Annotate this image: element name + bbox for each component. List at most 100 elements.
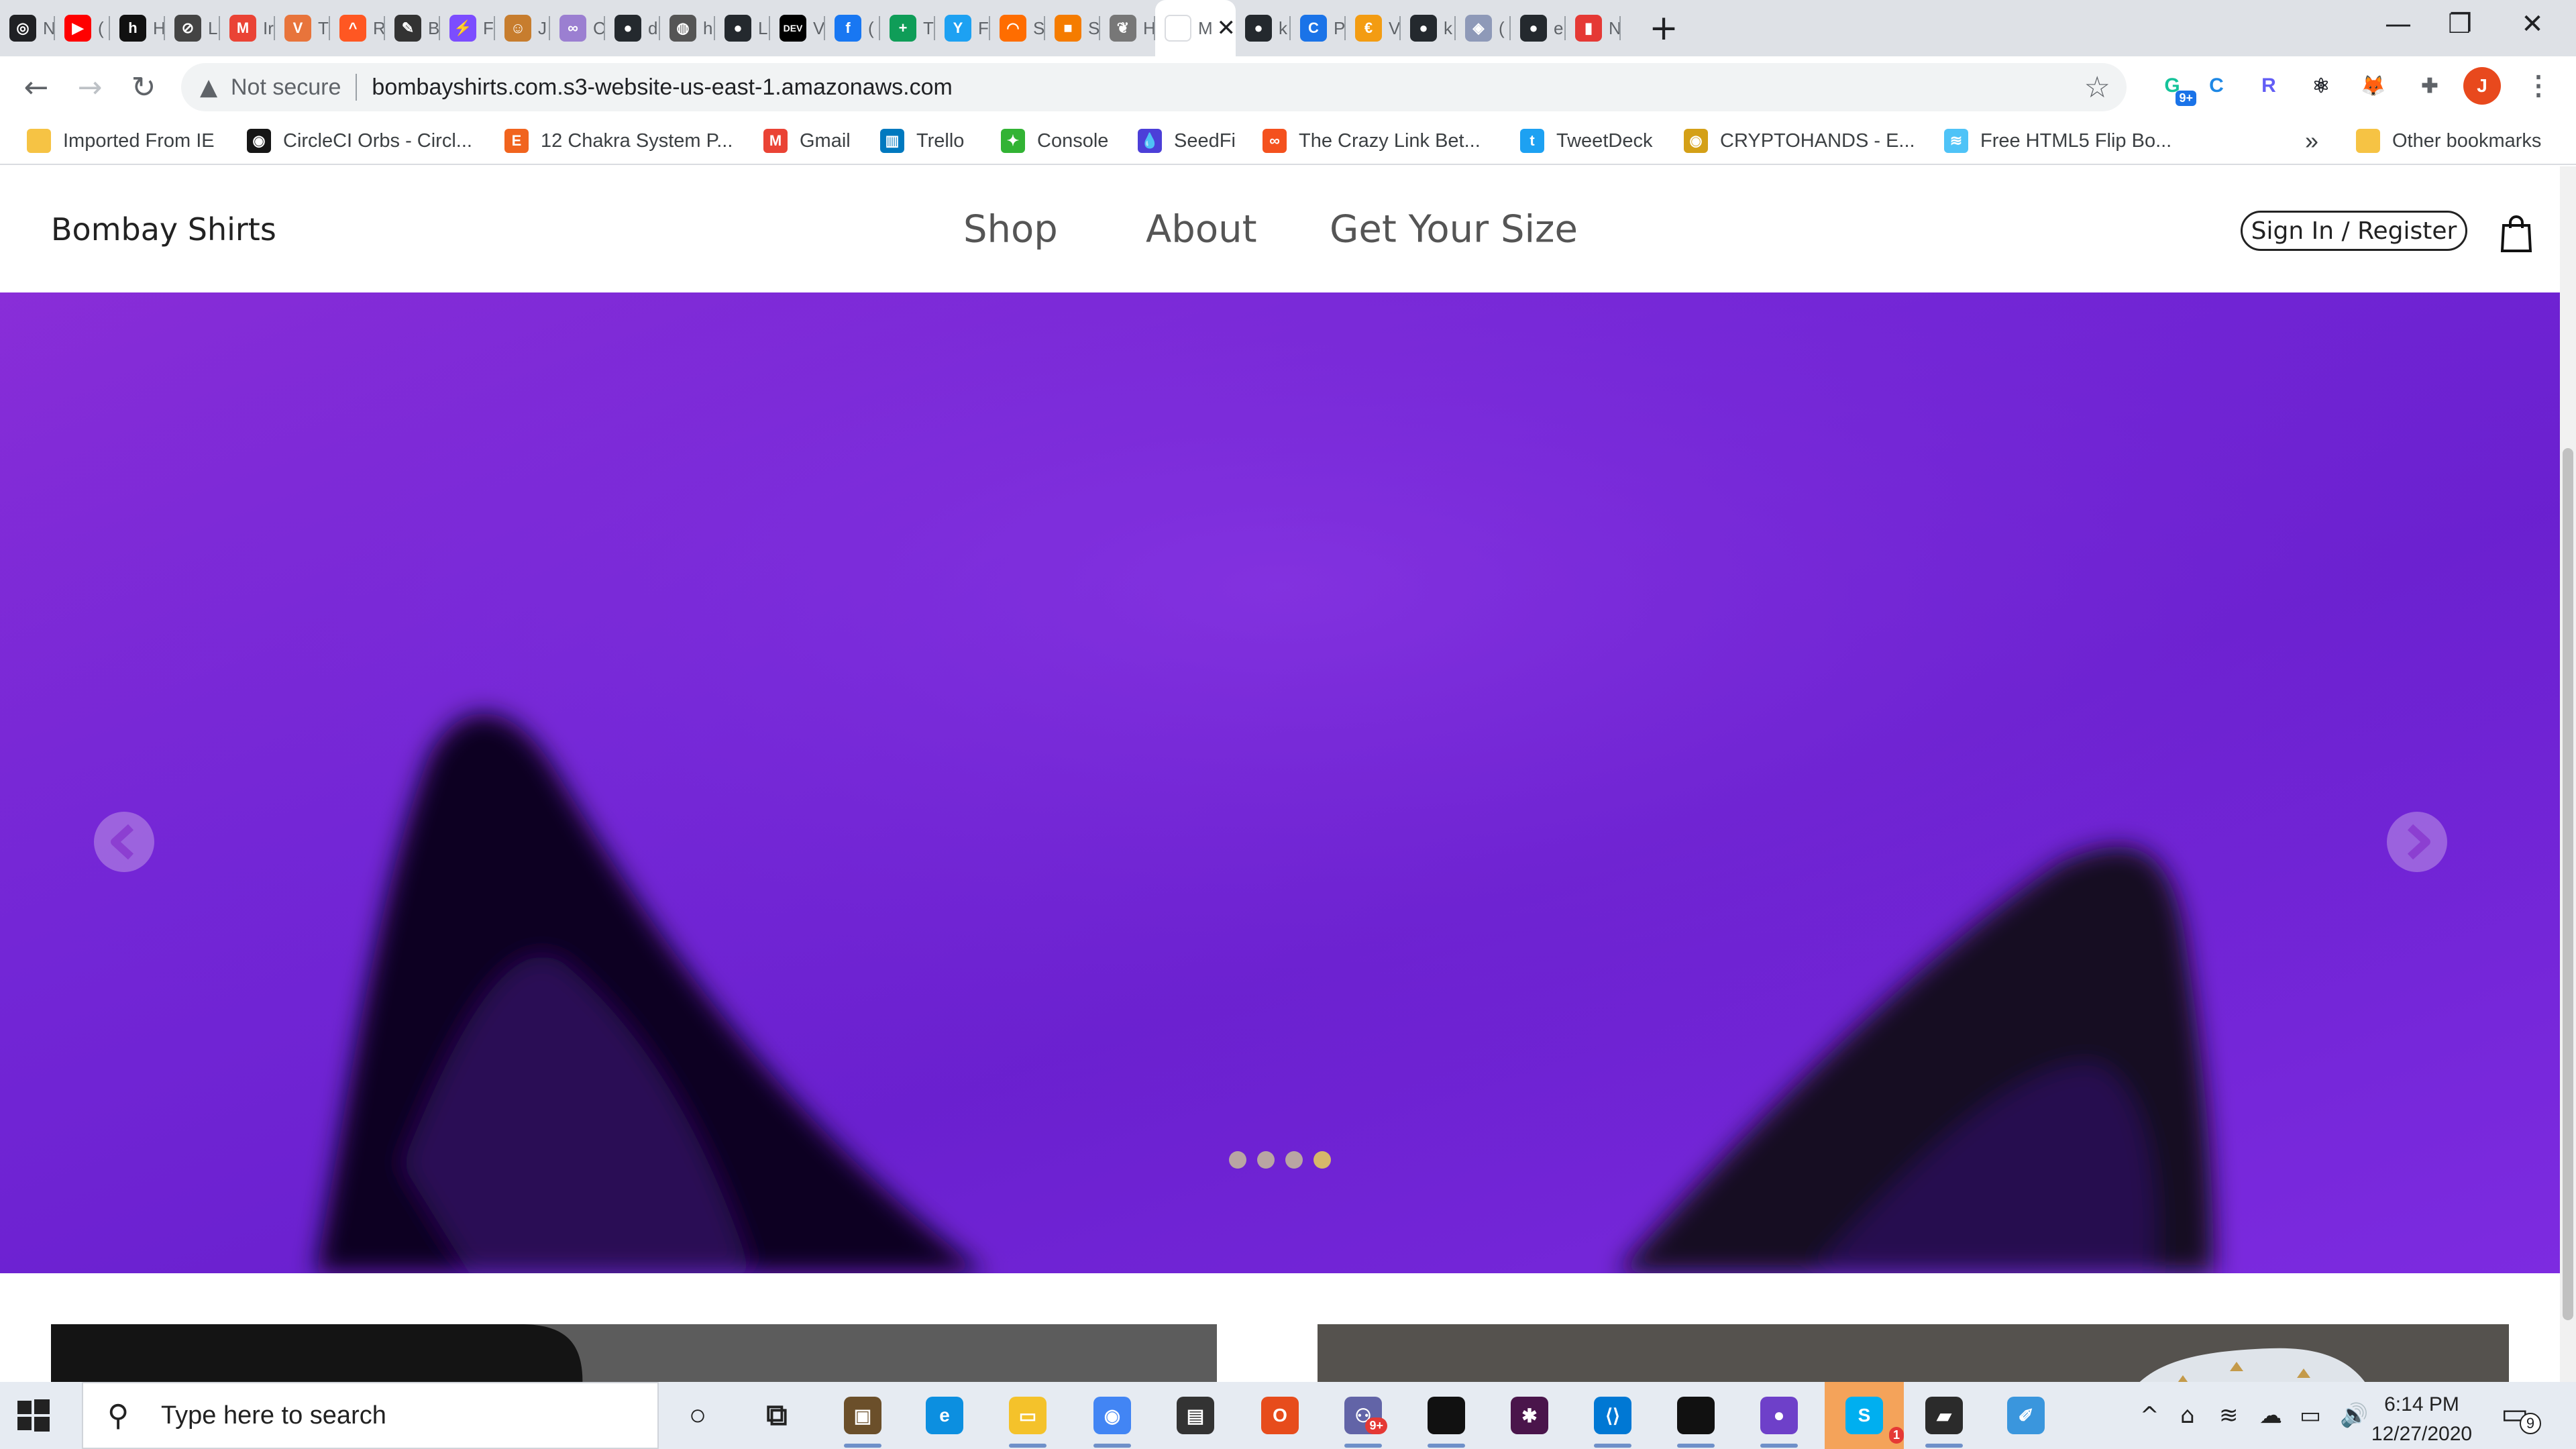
grammarly-icon[interactable]: G 9+ — [2151, 64, 2196, 107]
nav-get-your-size[interactable]: Get Your Size — [1330, 208, 1578, 252]
browser-tab[interactable]: ▶( — [55, 0, 110, 56]
wifi-icon[interactable]: ≋ — [2219, 1382, 2239, 1449]
browser-tab[interactable]: € V — [1346, 0, 1401, 56]
browser-tab[interactable]: ⚡ F — [440, 0, 495, 56]
browser-tab[interactable]: M ✕ — [1155, 0, 1236, 56]
reload-button[interactable]: ↻ — [117, 60, 170, 114]
browser-tab[interactable]: + T — [880, 0, 935, 56]
bookmark-item[interactable]: t TweetDeck — [1520, 118, 1652, 164]
new-tab-button[interactable]: + — [1644, 8, 1684, 48]
scrollbar-thumb[interactable] — [2563, 448, 2573, 1320]
taskbar-search[interactable]: ⚲ Type here to search — [82, 1382, 659, 1449]
skype-taskbar-button[interactable]: S1 — [1825, 1382, 1904, 1449]
browser-tab[interactable]: ● d — [605, 0, 660, 56]
sticky-notes-taskbar-button[interactable]: ▰ — [1920, 1391, 1968, 1448]
bookmark-item[interactable]: Imported From IE — [27, 118, 215, 164]
github-desktop-taskbar-button[interactable]: ● — [1755, 1391, 1803, 1448]
forward-button[interactable]: → — [63, 60, 117, 114]
browser-tab[interactable]: M Ir — [220, 0, 275, 56]
sign-in-register-button[interactable]: Sign In / Register — [2241, 211, 2467, 251]
browser-tab[interactable]: ● L — [715, 0, 770, 56]
browser-tab[interactable]: f( — [825, 0, 880, 56]
security-status[interactable]: Not secure — [231, 74, 341, 101]
c-refresh-icon[interactable]: C — [2195, 64, 2238, 107]
browser-tab[interactable]: ◠ S — [990, 0, 1045, 56]
browser-tab[interactable]: ⊘ L — [165, 0, 220, 56]
cortana-taskbar-button[interactable]: ○ — [674, 1391, 722, 1440]
notification-center[interactable]: ▭ 9 — [2501, 1397, 2541, 1437]
carousel-next-button[interactable] — [2387, 812, 2447, 872]
browser-tab[interactable]: ✎ B — [385, 0, 440, 56]
address-bar[interactable]: ▲ Not secure bombayshirts.com.s3-website… — [181, 63, 2127, 111]
bookmark-item[interactable]: ▥ Trello — [880, 118, 964, 164]
browser-tab[interactable]: ● e — [1511, 0, 1566, 56]
restore-button[interactable]: ❐ — [2423, 0, 2497, 48]
browser-tab[interactable]: ◈( — [1456, 0, 1511, 56]
puzzle-icon[interactable]: ✚ — [2408, 64, 2451, 107]
other-bookmarks[interactable]: Other bookmarks — [2356, 118, 2541, 164]
browser-tab[interactable]: ^ R — [330, 0, 385, 56]
chrome-taskbar-button[interactable]: ◉ — [1088, 1391, 1136, 1448]
bookmark-item[interactable]: ≋ Free HTML5 Flip Bo... — [1944, 118, 2171, 164]
carousel-dot[interactable] — [1313, 1151, 1331, 1169]
carousel-dot[interactable] — [1229, 1151, 1246, 1169]
show-hidden-icons-icon[interactable]: ^ — [2140, 1382, 2159, 1449]
browser-tab[interactable]: ● k — [1401, 0, 1456, 56]
close-window-button[interactable]: ✕ — [2496, 0, 2569, 48]
nav-about[interactable]: About — [1146, 208, 1257, 252]
browser-tab[interactable]: ▮ N — [1566, 0, 1621, 56]
bookmark-item[interactable]: M Gmail — [763, 118, 851, 164]
site-brand[interactable]: Bombay Shirts — [51, 211, 276, 248]
browser-tab[interactable]: ◎ N — [0, 0, 55, 56]
url-text[interactable]: bombayshirts.com.s3-website-us-east-1.am… — [372, 74, 952, 101]
product-tile-left[interactable] — [51, 1324, 1217, 1382]
windows-start-icon[interactable] — [15, 1397, 52, 1434]
bookmark-item[interactable]: E 12 Chakra System P... — [504, 118, 733, 164]
browser-tab[interactable]: DEV V — [770, 0, 825, 56]
browser-tab[interactable]: VT — [275, 0, 330, 56]
react-icon[interactable]: ⚛ — [2300, 64, 2343, 107]
browser-tab[interactable]: hH — [110, 0, 165, 56]
browser-tab[interactable]: ◍ h — [660, 0, 715, 56]
loom-icon[interactable]: R — [2247, 64, 2290, 107]
task-view-taskbar-button[interactable]: ⧉ — [753, 1391, 801, 1440]
carousel-dot[interactable] — [1285, 1151, 1303, 1169]
bookmark-item[interactable]: ◉ CRYPTOHANDS - E... — [1684, 118, 1915, 164]
profile-avatar[interactable]: J — [2463, 67, 2501, 105]
browser-tab[interactable]: ☺ J — [495, 0, 550, 56]
paint-taskbar-button[interactable]: ✐ — [2002, 1391, 2050, 1440]
shopping-bag-icon[interactable] — [2500, 215, 2533, 252]
edge-taskbar-button[interactable]: e — [920, 1391, 969, 1440]
store-taskbar-button[interactable]: ▤ — [1171, 1391, 1220, 1440]
bookmark-item[interactable]: ✦ Console — [1001, 118, 1108, 164]
bookmark-item[interactable]: ∞ The Crazy Link Bet... — [1263, 118, 1481, 164]
slack-taskbar-button[interactable]: ✱ — [1505, 1391, 1554, 1440]
clock[interactable]: 6:14 PM 12/27/2020 — [2361, 1390, 2482, 1449]
browser-tab[interactable]: ● k — [1236, 0, 1291, 56]
file-explorer-taskbar-button[interactable]: ▭ — [1004, 1391, 1052, 1448]
carousel-dot[interactable] — [1257, 1151, 1275, 1169]
terminal-taskbar-button[interactable] — [1672, 1391, 1720, 1448]
bookmark-star-icon[interactable]: ☆ — [2084, 70, 2110, 105]
product-tile-right[interactable] — [1318, 1324, 2509, 1382]
close-tab-icon[interactable]: ✕ — [1217, 15, 1236, 42]
onedrive-icon[interactable]: ☁ — [2259, 1382, 2282, 1449]
menu-kebab-icon[interactable]: ⋮ — [2517, 64, 2560, 107]
browser-tab[interactable]: CP — [1291, 0, 1346, 56]
page-scrollbar[interactable] — [2560, 166, 2576, 1382]
carousel-prev-button[interactable] — [94, 812, 154, 872]
vscode-taskbar-button[interactable]: ⟨⟩ — [1589, 1391, 1637, 1448]
browser-tab[interactable]: YF — [935, 0, 990, 56]
office-taskbar-button[interactable]: O — [1256, 1391, 1304, 1440]
terminal-taskbar-button[interactable] — [1422, 1391, 1470, 1448]
package-taskbar-button[interactable]: ▣ — [839, 1391, 887, 1448]
bookmark-item[interactable]: ◉ CircleCI Orbs - Circl... — [247, 118, 472, 164]
bookmark-item[interactable]: 💧 SeedFi — [1138, 118, 1236, 164]
battery-icon[interactable]: ▭ — [2300, 1382, 2321, 1449]
nav-shop[interactable]: Shop — [963, 208, 1058, 252]
metamask-icon[interactable]: 🦊 — [2352, 64, 2395, 107]
teams-taskbar-button[interactable]: ⚇ 9+ — [1339, 1391, 1387, 1448]
meet-now-icon[interactable]: ⌂ — [2180, 1382, 2195, 1449]
browser-tab[interactable]: ∞ C — [550, 0, 605, 56]
browser-tab[interactable]: ■ S — [1045, 0, 1100, 56]
